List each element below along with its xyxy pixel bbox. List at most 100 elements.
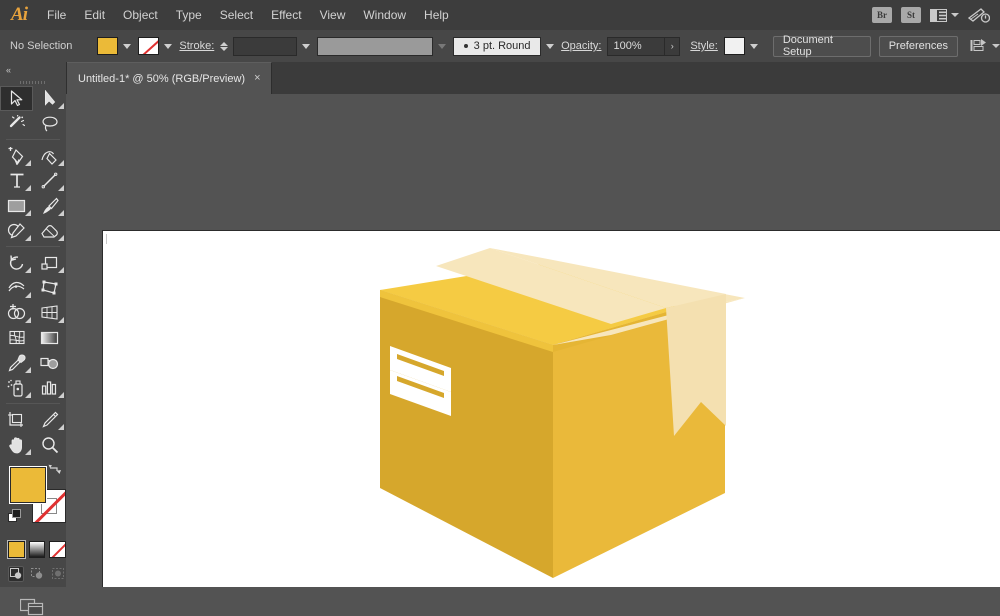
stroke-weight-stepper[interactable] (220, 41, 229, 51)
column-graph-tool[interactable] (33, 375, 66, 400)
canvas-area[interactable] (66, 94, 1000, 587)
menu-select[interactable]: Select (211, 0, 262, 30)
hand-tool[interactable] (0, 432, 33, 457)
free-transform-tool[interactable] (33, 275, 66, 300)
none-fill-button[interactable] (49, 541, 67, 558)
direct-selection-tool[interactable] (33, 86, 66, 111)
paintbrush-tool[interactable] (33, 193, 66, 218)
mesh-icon (8, 330, 25, 345)
tool-flyout-indicator (25, 267, 31, 273)
blend-tool[interactable] (33, 350, 66, 375)
opacity-input[interactable]: 100% (607, 36, 666, 56)
graphic-style-swatch[interactable] (723, 37, 745, 55)
selection-tool[interactable] (0, 86, 33, 111)
search-adobe-icon[interactable] (968, 7, 990, 24)
brush-definition-dropdown[interactable] (316, 36, 434, 56)
curvature-tool[interactable] (33, 143, 66, 168)
magic-wand-tool[interactable] (0, 111, 33, 136)
fill-color-swatch[interactable] (97, 37, 119, 55)
color-fill-button[interactable] (8, 541, 25, 558)
artboard[interactable] (102, 230, 1000, 587)
pen-tool[interactable] (0, 143, 33, 168)
draw-behind-button[interactable] (29, 566, 45, 582)
draw-inside-button[interactable] (50, 566, 66, 582)
bridge-button[interactable]: Br (872, 7, 892, 23)
eraser-icon (41, 224, 58, 238)
variable-width-profile-chevron-icon[interactable] (546, 43, 555, 49)
stroke-weight-chevron-icon[interactable] (301, 43, 310, 49)
type-T-icon (10, 173, 23, 188)
gradient-fill-button[interactable] (28, 541, 46, 558)
tool-flyout-indicator (25, 317, 31, 323)
close-icon[interactable]: × (254, 73, 260, 84)
menu-bar: Ai File Edit Object Type Select Effect V… (0, 0, 1000, 31)
opacity-label[interactable]: Opacity: (561, 40, 601, 52)
align-to-button[interactable] (970, 39, 1000, 53)
stroke-weight-label[interactable]: Stroke: (179, 40, 214, 52)
variable-width-profile-dropdown[interactable]: 3 pt. Round (453, 36, 542, 56)
menu-view[interactable]: View (311, 0, 355, 30)
align-to-selection-icon (970, 39, 986, 51)
preferences-button[interactable]: Preferences (878, 35, 958, 57)
stock-button[interactable]: St (901, 7, 921, 23)
fill-stroke-indicator (0, 461, 66, 535)
workspace-switcher-button[interactable] (930, 8, 959, 22)
rotate-icon (9, 255, 23, 270)
slice-knife-icon (41, 411, 58, 428)
rotate-tool[interactable] (0, 250, 33, 275)
opacity-options-button[interactable]: › (665, 36, 681, 56)
stroke-color-swatch[interactable] (138, 37, 160, 55)
gradient-tool[interactable] (33, 325, 66, 350)
tool-divider (6, 139, 60, 140)
menu-object[interactable]: Object (114, 0, 167, 30)
document-tab-title: Untitled-1* @ 50% (RGB/Preview) (78, 72, 246, 85)
zoom-tool[interactable] (33, 432, 66, 457)
swap-fill-stroke-icon[interactable] (48, 463, 62, 477)
draw-normal-button[interactable] (8, 566, 24, 582)
menu-effect[interactable]: Effect (262, 0, 310, 30)
menu-type[interactable]: Type (167, 0, 211, 30)
symbol-sprayer-icon (7, 379, 23, 397)
menu-file[interactable]: File (38, 0, 75, 30)
perspective-grid-tool[interactable] (33, 300, 66, 325)
document-tab-bar: Untitled-1* @ 50% (RGB/Preview) × (66, 62, 1000, 95)
tool-flyout-indicator (58, 424, 64, 430)
fill-indicator-swatch[interactable] (10, 467, 46, 503)
graphic-style-chevron-icon[interactable] (749, 43, 758, 49)
brush-definition-chevron-icon (438, 43, 447, 49)
stroke-weight-input[interactable] (233, 36, 297, 56)
fill-mode-buttons (0, 535, 67, 558)
artboard-tool[interactable] (0, 407, 33, 432)
slice-tool[interactable] (33, 407, 66, 432)
control-bar: No Selection Stroke: 3 pt. Round Opacity… (0, 30, 1000, 63)
width-tool[interactable] (0, 275, 33, 300)
toolbar-drag-grip[interactable] (0, 78, 66, 86)
style-label[interactable]: Style: (690, 40, 718, 52)
mesh-tool[interactable] (0, 325, 33, 350)
eraser-tool[interactable] (33, 218, 66, 243)
shape-builder-tool[interactable] (0, 300, 33, 325)
default-fill-stroke-icon[interactable] (8, 509, 22, 523)
change-screen-mode-button[interactable] (20, 596, 46, 616)
shaper-tool[interactable] (0, 218, 33, 243)
menu-edit[interactable]: Edit (75, 0, 114, 30)
direct-selection-arrow-icon (44, 90, 55, 106)
scale-tool[interactable] (33, 250, 66, 275)
line-segment-tool[interactable] (33, 168, 66, 193)
menu-help[interactable]: Help (415, 0, 458, 30)
rectangle-tool[interactable] (0, 193, 33, 218)
document-setup-button[interactable]: Document Setup (772, 34, 871, 58)
rectangle-icon (7, 199, 26, 212)
menu-window[interactable]: Window (354, 0, 415, 30)
lasso-tool[interactable] (33, 111, 66, 136)
artboard-corner-mark (106, 234, 107, 244)
symbol-sprayer-tool[interactable] (0, 375, 33, 400)
fill-dropdown-chevron-icon[interactable] (123, 43, 132, 49)
type-tool[interactable] (0, 168, 33, 193)
toolbar-collapse-button[interactable]: « (0, 62, 66, 78)
eyedropper-tool[interactable] (0, 350, 33, 375)
stroke-dropdown-chevron-icon[interactable] (164, 43, 173, 49)
tool-flyout-indicator (58, 185, 64, 191)
document-tab[interactable]: Untitled-1* @ 50% (RGB/Preview) × (66, 62, 272, 94)
tool-grid (0, 86, 66, 457)
